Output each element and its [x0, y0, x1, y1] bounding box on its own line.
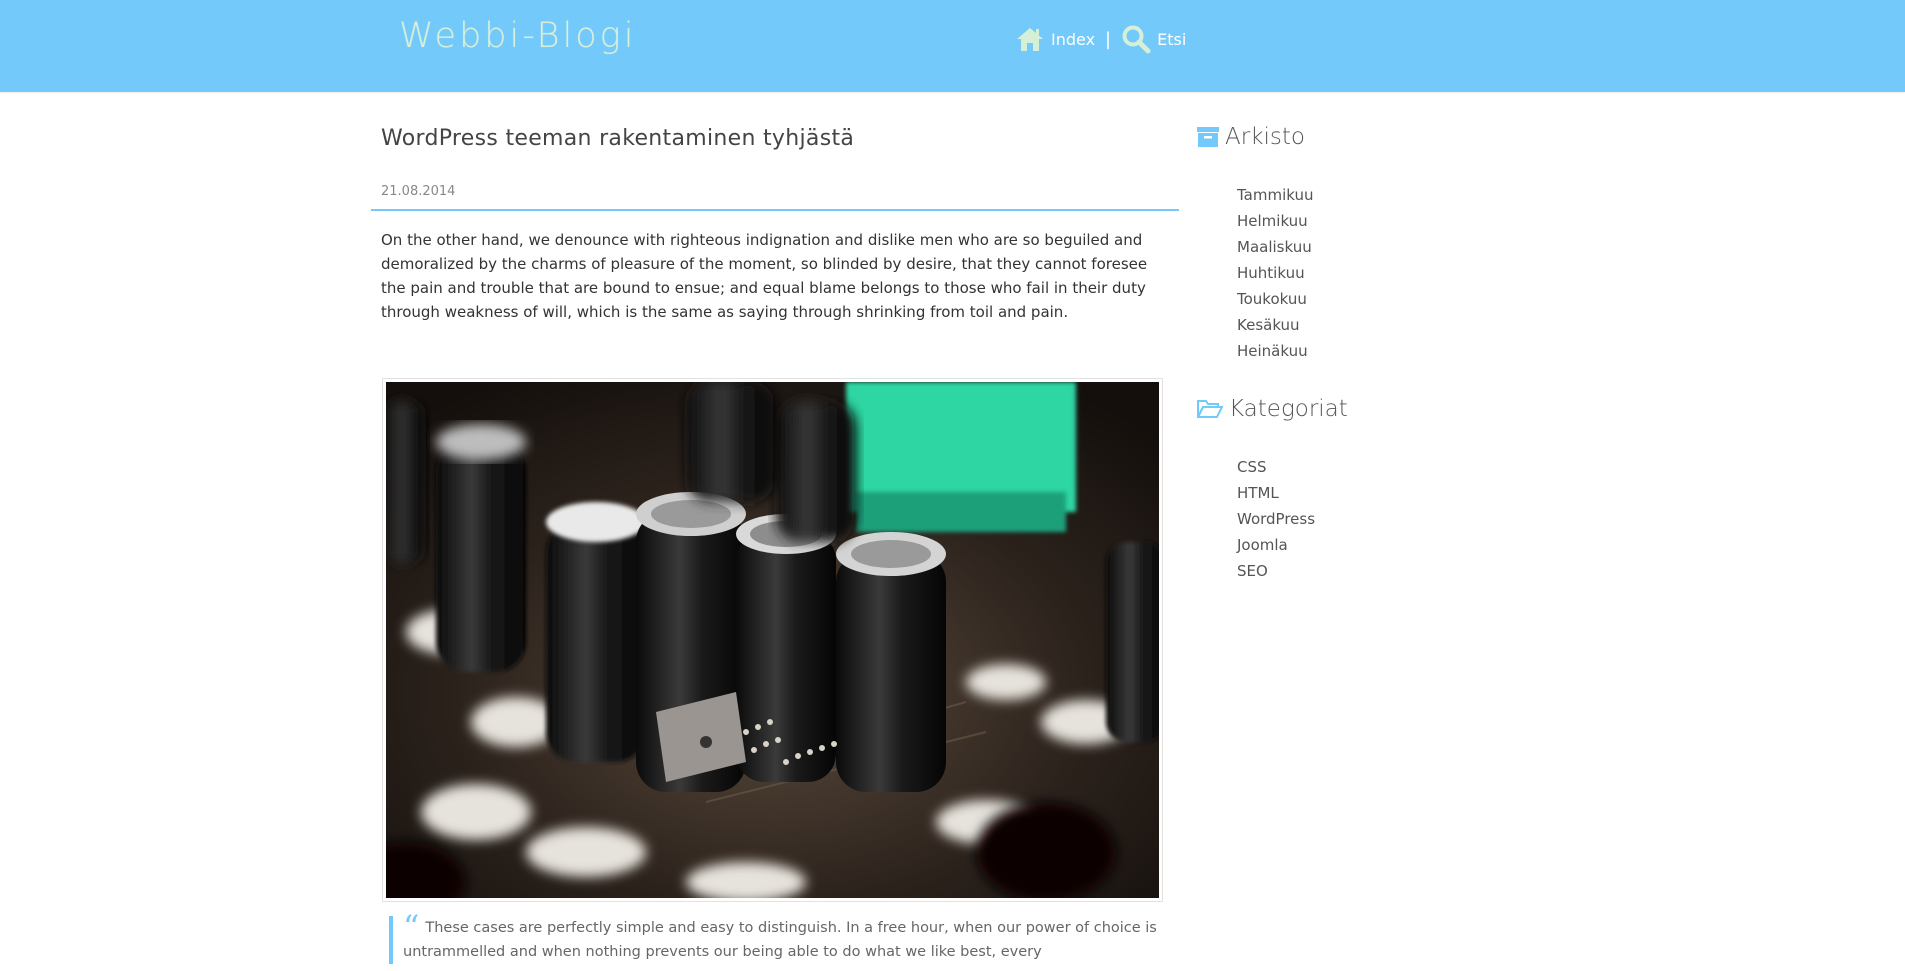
archive-item[interactable]: Maaliskuu: [1237, 234, 1314, 260]
post-quote: “These cases are perfectly simple and ea…: [389, 911, 1163, 964]
category-item[interactable]: WordPress: [1237, 506, 1348, 532]
home-icon: [1017, 28, 1043, 51]
categories-list: CSS HTML WordPress Joomla SEO: [1197, 454, 1348, 584]
post-image: [382, 378, 1163, 902]
site-title[interactable]: Webbi-Blogi: [399, 16, 636, 56]
nav-search-link[interactable]: Etsi: [1121, 24, 1186, 54]
archive-item[interactable]: Toukokuu: [1237, 286, 1314, 312]
post-title[interactable]: WordPress teeman rakentaminen tyhjästä: [381, 126, 1157, 151]
circuit-board-image: [386, 382, 1159, 898]
archive-item[interactable]: Huhtikuu: [1237, 260, 1314, 286]
archive-list: Tammikuu Helmikuu Maaliskuu Huhtikuu Tou…: [1197, 182, 1314, 364]
post-body: On the other hand, we denounce with righ…: [381, 231, 1148, 321]
post-divider: [371, 209, 1179, 211]
category-item[interactable]: SEO: [1237, 558, 1348, 584]
category-item[interactable]: Joomla: [1237, 532, 1348, 558]
site-header: Webbi-Blogi Index | Etsi: [0, 0, 1905, 92]
nav-index-link[interactable]: Index: [1015, 26, 1095, 52]
archive-item[interactable]: Helmikuu: [1237, 208, 1314, 234]
category-item[interactable]: CSS: [1237, 454, 1348, 480]
search-icon: [1122, 25, 1151, 54]
folder-open-icon: [1197, 400, 1223, 418]
nav-index-label: Index: [1051, 29, 1096, 49]
categories-widget: Kategoriat CSS HTML WordPress Joomla SEO: [1197, 396, 1348, 584]
post-date: 21.08.2014: [381, 184, 456, 199]
quote-text: These cases are perfectly simple and eas…: [403, 920, 1157, 960]
categories-title: Kategoriat: [1197, 396, 1348, 422]
main-nav: Index | Etsi: [1015, 24, 1186, 54]
nav-search-label: Etsi: [1157, 29, 1187, 49]
archive-item[interactable]: Heinäkuu: [1237, 338, 1314, 364]
quote-mark-icon: “: [403, 908, 420, 946]
archive-item[interactable]: Tammikuu: [1237, 182, 1314, 208]
archive-icon: [1197, 127, 1219, 147]
archive-title: Arkisto: [1197, 124, 1314, 150]
archive-widget: Arkisto Tammikuu Helmikuu Maaliskuu Huht…: [1197, 124, 1314, 364]
category-item[interactable]: HTML: [1237, 480, 1348, 506]
blog-post: WordPress teeman rakentaminen tyhjästä 2…: [371, 126, 1179, 964]
archive-item[interactable]: Kesäkuu: [1237, 312, 1314, 338]
nav-separator: |: [1105, 28, 1112, 50]
